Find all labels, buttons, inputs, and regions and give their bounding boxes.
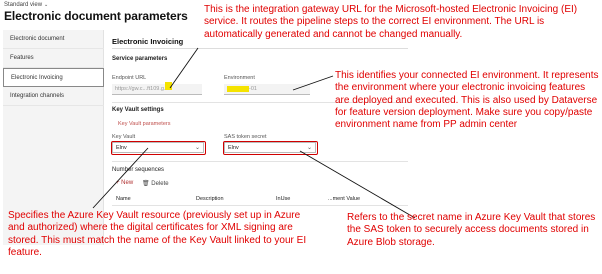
endpoint-annotation: This is the integration gateway URL for … bbox=[204, 4, 578, 40]
environment-annotation: This identifies your connected EI enviro… bbox=[335, 70, 599, 131]
key-vault-annotation: Specifies the Azure Key Vault resource (… bbox=[8, 210, 307, 258]
sas-annotation: Refers to the secret name in Azure Key V… bbox=[347, 212, 596, 248]
